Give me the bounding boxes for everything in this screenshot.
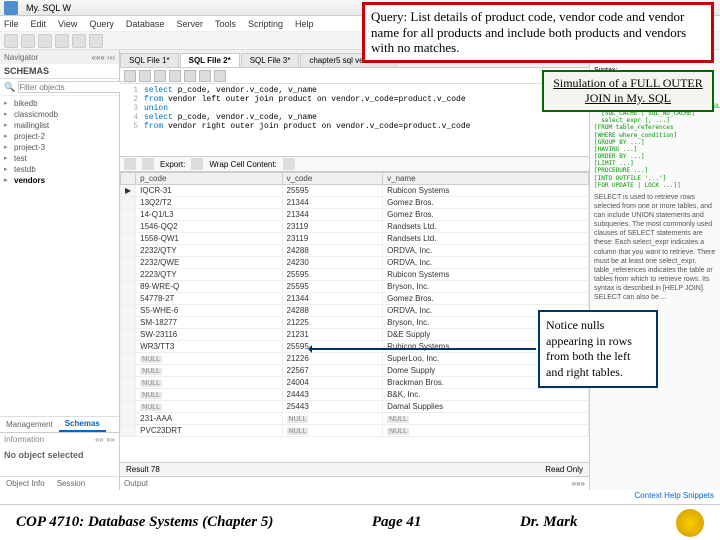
output-label: Output [124, 479, 148, 488]
navigator-header: Navigator ««« ››› [0, 50, 119, 64]
schemas-label: SCHEMAS [0, 64, 119, 79]
result-toolbar: Export: Wrap Cell Content: [120, 156, 589, 172]
wrap-label: Wrap Cell Content: [209, 160, 276, 169]
export-icon[interactable] [191, 158, 203, 170]
menu-scripting[interactable]: Scripting [248, 19, 283, 29]
tool-open-icon[interactable] [21, 34, 35, 48]
tool-db-icon[interactable] [55, 34, 69, 48]
menu-query[interactable]: Query [89, 19, 114, 29]
result-grid[interactable]: p_codev_codev_name▶IQCR-3125595Rubicon S… [120, 172, 589, 462]
menu-tools[interactable]: Tools [215, 19, 236, 29]
footer-left: COP 4710: Database Systems (Chapter 5) [16, 514, 273, 531]
grid-icon[interactable] [124, 158, 136, 170]
tree-item[interactable]: mailinglist [2, 120, 117, 131]
tree-item-active[interactable]: vendors [2, 175, 117, 186]
tree-item[interactable]: project-2 [2, 131, 117, 142]
tab-object-info[interactable]: Object Info [0, 477, 51, 490]
wrap-icon[interactable] [283, 158, 295, 170]
sql-tab[interactable]: SQL File 1* [120, 53, 179, 67]
menu-edit[interactable]: Edit [31, 19, 47, 29]
context-help-panel: Topic: SELECT Syntax: SELECT [ALL | DIST… [590, 50, 720, 490]
filter-icon[interactable] [142, 158, 154, 170]
arrow-icon [310, 348, 536, 350]
menu-help[interactable]: Help [295, 19, 314, 29]
help-body: SELECT is used to retrieve rows selected… [594, 193, 716, 302]
tree-item[interactable]: bikedb [2, 98, 117, 109]
footer-center: Page 41 [372, 514, 422, 531]
information-header: Information [4, 435, 44, 444]
sql-tab[interactable]: SQL File 3* [241, 53, 300, 67]
read-only-label: Read Only [545, 465, 583, 474]
tab-schemas[interactable]: Schemas [59, 417, 106, 432]
tool-gear-icon[interactable] [72, 34, 86, 48]
ucf-logo-icon [676, 509, 704, 537]
window-title: My. SQL W [26, 3, 71, 13]
sql-editor[interactable]: 1select p_code, vendor.v_code, v_name2fr… [120, 84, 589, 156]
schema-tree: bikedb classicmodb mailinglist project-2… [0, 96, 119, 416]
tab-session[interactable]: Session [51, 477, 91, 490]
no-object-selected: No object selected [0, 446, 119, 464]
home-icon[interactable] [4, 1, 18, 15]
sql-tab-active[interactable]: SQL File 2* [180, 53, 240, 67]
stop-icon[interactable] [199, 70, 211, 82]
filter-objects-input[interactable] [18, 81, 130, 93]
tool-new-sql-icon[interactable] [4, 34, 18, 48]
tool-more-icon[interactable] [89, 34, 103, 48]
footer-right: Dr. Mark [520, 514, 578, 531]
execute-step-icon[interactable] [169, 70, 181, 82]
tool-folder-icon[interactable] [38, 34, 52, 48]
menu-view[interactable]: View [58, 19, 77, 29]
result-tab[interactable]: Result 78 [126, 465, 160, 474]
execute-icon[interactable] [154, 70, 166, 82]
tree-item[interactable]: classicmodb [2, 109, 117, 120]
slide-footer: COP 4710: Database Systems (Chapter 5) P… [0, 504, 720, 540]
editor-area: SQL File 1* SQL File 2* SQL File 3* chap… [120, 50, 590, 490]
callout-simulation: Simulation of a FULL OUTER JOIN in My. S… [542, 70, 714, 112]
tree-item[interactable]: testdb [2, 164, 117, 175]
open-file-icon[interactable] [124, 70, 136, 82]
callout-nulls: Notice nulls appearing in rows from both… [538, 310, 658, 388]
filter-icon: 🔍 [4, 82, 15, 93]
explain-icon[interactable] [184, 70, 196, 82]
export-label: Export: [160, 160, 185, 169]
editor-toolbar: Query 1 [120, 68, 589, 84]
callout-query: Query: List details of product code, ven… [362, 2, 714, 63]
commit-icon[interactable] [214, 70, 226, 82]
menu-database[interactable]: Database [126, 19, 165, 29]
tab-management[interactable]: Management [0, 418, 59, 431]
save-icon[interactable] [139, 70, 151, 82]
menu-file[interactable]: File [4, 19, 19, 29]
navigator-panel: Navigator ««« ››› SCHEMAS 🔍 bikedb class… [0, 50, 120, 490]
tree-item[interactable]: project-3 [2, 142, 117, 153]
menu-server[interactable]: Server [176, 19, 203, 29]
tree-item[interactable]: test [2, 153, 117, 164]
